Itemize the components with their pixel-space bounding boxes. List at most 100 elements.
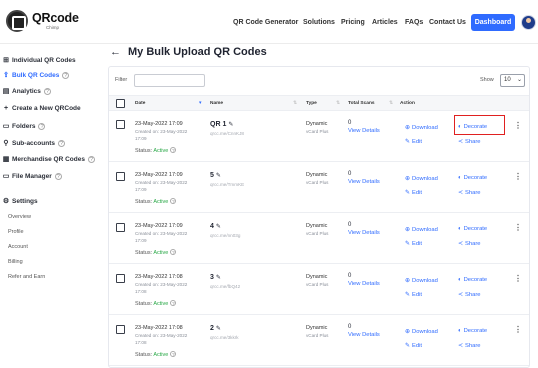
column-header-total-scans[interactable]: Total Scans [348,101,375,106]
more-options-icon[interactable]: ⋮ [514,325,522,334]
download-button[interactable]: ⊕ Download [405,124,438,131]
edit-name-pencil-icon[interactable]: ✎ [216,275,221,281]
sidebar-item-individual-qr-codes[interactable]: ⊞ Individual QR Codes [2,56,76,64]
edit-button[interactable]: ✎ Edit [405,189,422,196]
avatar[interactable] [521,15,536,30]
row-short-link[interactable]: qrcc.me/3kkrk [210,335,239,340]
edit-name-pencil-icon[interactable]: ✎ [228,122,233,128]
sidebar-item-settings[interactable]: ⚙ Settings [2,197,38,205]
help-icon[interactable]: ? [54,173,62,180]
row-checkbox[interactable] [116,325,125,334]
sidebar-sub-overview[interactable]: Overview [8,214,31,220]
sidebar-item-label: Settings [12,198,38,205]
select-all-checkbox[interactable] [116,99,125,108]
nav-contact-us[interactable]: Contact Us [429,19,466,26]
nav-articles[interactable]: Articles [372,19,398,26]
edit-button[interactable]: ✎ Edit [405,342,422,349]
more-options-icon[interactable]: ⋮ [514,223,522,232]
more-options-icon[interactable]: ⋮ [514,121,522,130]
nav-solutions[interactable]: Solutions [303,19,335,26]
decorate-button[interactable]: ◐ Decorate [458,277,487,283]
sidebar-item-file-manager[interactable]: ▭ File Manager? [2,172,62,180]
sidebar-item-merchandise-qr-codes[interactable]: ▦ Merchandise QR Codes? [2,155,95,163]
sidebar-sub-refer-and-earn[interactable]: Refer and Earn [8,274,45,280]
sidebar-sub-profile[interactable]: Profile [8,229,24,235]
decorate-button[interactable]: ◐ Decorate [458,175,487,181]
nav-qr-code-generator[interactable]: QR Code Generator [233,19,298,26]
sidebar-item-folders[interactable]: ▭ Folders? [2,122,46,130]
qrcode-chimp-logo-icon[interactable] [6,10,28,32]
help-icon[interactable]: ? [170,198,177,204]
download-button[interactable]: ⊕ Download [405,277,438,284]
sidebar-sub-billing[interactable]: Billing [8,259,23,265]
view-details-link[interactable]: View Details [348,128,380,134]
column-header-type[interactable]: Type [306,101,317,106]
share-button[interactable]: ≺ Share [458,342,481,349]
share-button[interactable]: ≺ Share [458,240,481,247]
sidebar-item-sub-accounts[interactable]: ⚲ Sub-accounts? [2,139,65,147]
column-header-name[interactable]: Name [210,101,223,106]
help-icon[interactable]: ? [170,351,177,357]
sort-icon[interactable]: ⇅ [389,100,393,106]
more-options-icon[interactable]: ⋮ [514,274,522,283]
help-icon[interactable]: ? [43,88,51,95]
row-short-link[interactable]: qrcc.me/nn03g [210,233,240,238]
nav-faqs[interactable]: FAQs [405,19,423,26]
help-icon[interactable]: ? [87,156,95,163]
view-details-link[interactable]: View Details [348,230,380,236]
folder-icon: ▭ [2,123,10,130]
sidebar-item-analytics[interactable]: ▤ Analytics? [2,87,51,95]
row-type: Dynamic [306,223,328,229]
decorate-button[interactable]: ◐ Decorate [458,226,487,232]
back-arrow-icon[interactable]: ← [110,46,121,58]
row-checkbox[interactable] [116,172,125,181]
row-short-link[interactable]: qrcc.me/CnnKJ8 [210,131,244,136]
decorate-button[interactable]: ◐ Decorate [458,328,487,334]
row-checkbox[interactable] [116,120,125,129]
row-checkbox[interactable] [116,274,125,283]
download-button[interactable]: ⊕ Download [405,175,438,182]
help-icon[interactable]: ? [38,123,46,130]
edit-name-pencil-icon[interactable]: ✎ [216,173,221,179]
share-icon: ≺ [458,241,464,247]
help-icon[interactable]: ? [170,249,177,255]
sidebar-sub-account[interactable]: Account [8,244,28,250]
help-icon[interactable]: ? [170,300,177,306]
edit-name-pencil-icon[interactable]: ✎ [216,326,221,332]
more-options-icon[interactable]: ⋮ [514,172,522,181]
edit-button[interactable]: ✎ Edit [405,240,422,247]
edit-name-pencil-icon[interactable]: ✎ [216,224,221,230]
download-button[interactable]: ⊕ Download [405,328,438,335]
sort-icon[interactable]: ⇅ [336,100,340,106]
share-button[interactable]: ≺ Share [458,138,481,145]
column-header-date[interactable]: Date [135,101,145,106]
share-button[interactable]: ≺ Share [458,291,481,298]
row-short-link[interactable]: qrcc.me/TmmKE [210,182,244,187]
sort-desc-icon[interactable]: ▾ [199,100,202,106]
view-details-link[interactable]: View Details [348,179,380,185]
sort-icon[interactable]: ⇅ [293,100,297,106]
status-label: Status: [135,148,153,154]
table-row: 23-May-2022 17:08 Created on: 23-May-202… [109,315,529,366]
row-short-link[interactable]: qrcc.me/fbQ42 [210,284,240,289]
dashboard-button[interactable]: Dashboard [471,14,515,31]
edit-button[interactable]: ✎ Edit [405,291,422,298]
sidebar-item-create-new-qrcode[interactable]: + Create a New QRCode [2,105,81,112]
sidebar-item-bulk-qr-codes[interactable]: ⇪ Bulk QR Codes? [2,71,70,79]
page-size-select[interactable]: 10 ⌄ [500,74,525,87]
upload-icon: ⇪ [3,72,9,79]
logo-text[interactable]: QRcode [32,11,79,25]
view-details-link[interactable]: View Details [348,332,380,338]
help-icon[interactable]: ? [57,140,65,147]
share-button[interactable]: ≺ Share [458,189,481,196]
help-icon[interactable]: ? [62,72,70,79]
row-checkbox[interactable] [116,223,125,232]
filter-label: Filter [115,77,128,83]
filter-input[interactable] [134,74,205,87]
edit-button[interactable]: ✎ Edit [405,138,422,145]
download-button[interactable]: ⊕ Download [405,226,438,233]
status-label: Status: [135,301,153,307]
view-details-link[interactable]: View Details [348,281,380,287]
help-icon[interactable]: ? [170,147,177,153]
nav-pricing[interactable]: Pricing [341,19,365,26]
